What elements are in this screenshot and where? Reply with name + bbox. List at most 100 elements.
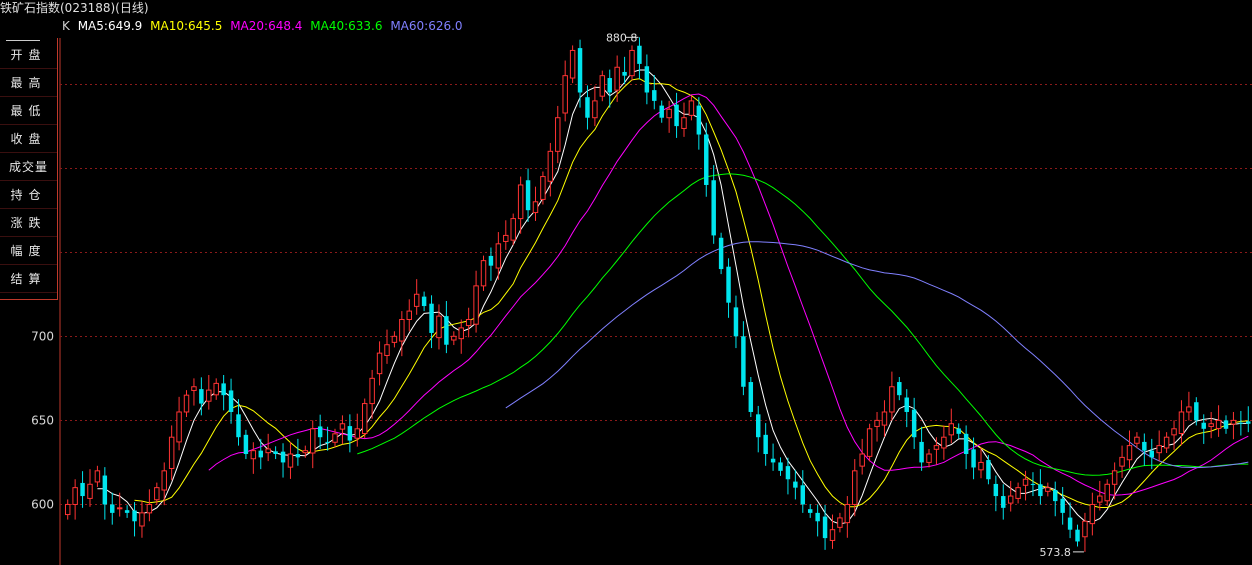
candle-body-down — [236, 414, 241, 438]
candle-body-up — [569, 49, 576, 79]
candle-body-down — [815, 512, 820, 522]
candle-body-up — [376, 352, 383, 375]
y-tick-label: 600 — [31, 497, 54, 511]
ma10-line — [134, 78, 1249, 508]
candle-body-up — [391, 335, 398, 343]
candle-body-up — [829, 529, 836, 541]
candle-body-up — [978, 461, 984, 471]
candle-body-up — [889, 386, 895, 413]
ma5-line — [97, 69, 1249, 525]
candle-body-up — [866, 428, 873, 457]
candle-body-up — [933, 445, 940, 450]
candle-body-up — [332, 433, 338, 443]
candle-body-up — [1156, 445, 1162, 454]
candle-body-down — [1060, 498, 1065, 513]
candle-body-down — [258, 450, 263, 458]
candle-body-up — [547, 150, 554, 182]
candle-body-up — [116, 507, 123, 510]
candle-body-down — [80, 482, 85, 497]
candle-body-up — [517, 184, 524, 220]
panel-item-volume: 成交量 — [0, 154, 57, 181]
candle-body-down — [199, 389, 204, 404]
min-price-label: 573.8 — [1039, 546, 1071, 559]
candle-body-up — [629, 49, 635, 77]
candle-body-down — [325, 441, 330, 443]
candle-body-up — [1163, 436, 1170, 449]
candle-body-down — [756, 414, 761, 438]
candle-body-down — [986, 460, 991, 480]
panel-divider — [6, 40, 40, 41]
candle-body-down — [1067, 517, 1073, 530]
candle-body-down — [919, 441, 924, 463]
candle-body-up — [265, 448, 271, 454]
candle-body-up — [1178, 411, 1185, 435]
candle-body-down — [904, 397, 909, 412]
candle-body-down — [221, 383, 226, 396]
candle-body-down — [711, 180, 716, 236]
candle-body-up — [399, 318, 405, 342]
candle-body-up — [406, 310, 412, 320]
panel-item-change: 涨跌 — [0, 210, 57, 237]
candle-body-up — [1015, 487, 1021, 499]
candle-body-down — [696, 105, 702, 135]
candle-body-up — [941, 436, 947, 449]
candle-body-up — [168, 436, 175, 469]
panel-item-close: 收盘 — [0, 126, 57, 153]
candle-body-down — [807, 509, 813, 513]
candle-body-down — [124, 510, 130, 513]
candle-body-up — [532, 201, 539, 214]
candle-body-up — [1089, 503, 1096, 525]
candle-body-down — [822, 516, 828, 539]
candle-body-up — [926, 453, 932, 463]
candle-body-up — [1097, 495, 1103, 503]
candle-body-down — [1142, 441, 1147, 451]
candle-body-down — [228, 390, 234, 412]
candle-body-down — [622, 71, 627, 76]
candle-body-down — [317, 426, 323, 438]
candle-body-down — [585, 97, 590, 118]
candle-body-up — [339, 423, 346, 430]
candle-body-up — [287, 453, 294, 468]
candle-body-up — [614, 66, 620, 91]
candle-body-up — [1171, 428, 1177, 436]
candle-body-down — [1149, 450, 1154, 458]
candle-body-up — [844, 503, 851, 524]
candle-body-up — [310, 428, 316, 454]
candle-body-down — [733, 307, 739, 337]
candle-body-up — [681, 117, 687, 129]
candle-body-down — [659, 105, 664, 118]
candle-body-down — [637, 45, 642, 64]
candle-body-down — [800, 485, 806, 505]
candle-body-down — [1238, 422, 1244, 424]
candle-body-up — [1007, 495, 1014, 504]
candle-body-up — [139, 512, 145, 527]
candle-body-up — [1126, 445, 1133, 461]
candle-body-up — [369, 377, 375, 405]
candle-body-up — [213, 382, 219, 396]
candle-body-up — [859, 453, 865, 467]
candle-body-down — [748, 382, 754, 412]
candle-body-up — [510, 218, 516, 241]
candle-body-down — [718, 237, 724, 270]
candle-body-up — [191, 386, 197, 391]
candle-body-up — [480, 260, 487, 287]
candle-body-down — [956, 428, 961, 434]
candle-body-down — [607, 78, 612, 93]
candle-body-up — [1082, 520, 1088, 538]
candle-body-up — [206, 389, 212, 402]
candle-body-down — [793, 481, 798, 488]
candle-body-up — [458, 327, 464, 340]
candle-body-up — [881, 411, 888, 426]
candle-body-down — [429, 303, 434, 333]
candle-body-down — [704, 134, 709, 185]
candle-body-up — [183, 394, 190, 413]
candle-body-up — [451, 335, 457, 341]
candle-body-up — [948, 423, 955, 436]
panel-item-open: 开盘 — [0, 42, 57, 69]
candle-body-up — [852, 470, 858, 505]
candle-body-down — [295, 454, 301, 458]
candle-body-up — [1230, 419, 1237, 425]
candle-body-down — [763, 434, 768, 455]
candle-body-up — [1045, 487, 1051, 492]
panel-item-low: 最低 — [0, 98, 57, 125]
